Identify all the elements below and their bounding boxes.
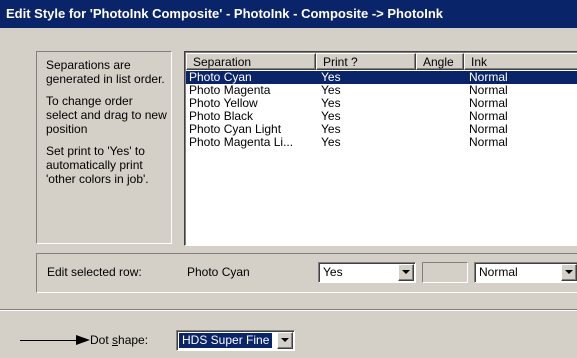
list-row[interactable]: Photo Yellow Yes Normal (186, 97, 577, 110)
print-select-value: Yes (323, 265, 343, 279)
window-title: Edit Style for 'PhotoInk Composite' - Ph… (0, 0, 577, 28)
print-cell: Yes (321, 71, 341, 84)
ink-cell: Normal (469, 97, 508, 110)
dot-shape-label: Dot shape: (90, 333, 148, 347)
chevron-down-icon[interactable] (561, 264, 577, 281)
ink-cell: Normal (469, 136, 508, 149)
column-header-separation[interactable]: Separation (186, 53, 316, 70)
dot-shape-label-suffix: hape: (118, 333, 149, 347)
column-header-print[interactable]: Print ? (316, 53, 416, 70)
separator (0, 309, 577, 311)
separation-cell: Photo Cyan (189, 71, 252, 84)
print-cell: Yes (321, 110, 341, 123)
separation-cell: Photo Magenta (189, 84, 271, 97)
instructions-panel: Separations are generated in list order.… (36, 51, 172, 244)
separation-cell: Photo Magenta Li... (189, 136, 294, 149)
ink-select[interactable]: Normal (474, 262, 577, 283)
print-cell: Yes (321, 97, 341, 110)
separation-cell: Photo Yellow (189, 97, 258, 110)
ink-cell: Normal (469, 84, 508, 97)
list-row[interactable]: Photo Cyan Yes Normal (186, 71, 577, 84)
print-cell: Yes (321, 123, 341, 136)
column-header-ink[interactable]: Ink (464, 53, 577, 70)
separations-list[interactable]: Separation Print ? Angle Ink Photo Cyan … (184, 51, 577, 246)
arrow-head-icon (76, 335, 90, 345)
dot-shape-label-prefix: Dot (90, 333, 113, 347)
dialog-window: Edit Style for 'PhotoInk Composite' - Ph… (0, 0, 577, 358)
list-row[interactable]: Photo Magenta Li... Yes Normal (186, 136, 577, 149)
ink-cell: Normal (469, 110, 508, 123)
chevron-down-icon[interactable] (398, 264, 414, 281)
list-row[interactable]: Photo Black Yes Normal (186, 110, 577, 123)
instruction-text: Set print to 'Yes' to automatically prin… (46, 144, 149, 186)
list-header: Separation Print ? Angle Ink (186, 53, 577, 70)
dot-shape-select[interactable]: HDS Super Fine (176, 330, 295, 351)
ink-cell: Normal (469, 71, 508, 84)
list-row[interactable]: Photo Cyan Light Yes Normal (186, 123, 577, 136)
print-select[interactable]: Yes (318, 262, 416, 283)
chevron-down-icon[interactable] (277, 332, 293, 349)
list-row[interactable]: Photo Magenta Yes Normal (186, 84, 577, 97)
instruction-text: Separations are generated in list order. (46, 58, 165, 86)
print-cell: Yes (321, 84, 341, 97)
angle-field[interactable] (422, 262, 468, 283)
print-cell: Yes (321, 136, 341, 149)
pointer-arrow-icon (20, 340, 78, 341)
ink-cell: Normal (469, 123, 508, 136)
column-header-angle[interactable]: Angle (416, 53, 464, 70)
edit-row-label: Edit selected row: (47, 265, 142, 279)
instruction-text: To change order select and drag to new p… (46, 94, 167, 136)
selected-separation-name: Photo Cyan (187, 265, 250, 279)
separation-cell: Photo Cyan Light (189, 123, 282, 136)
ink-select-value: Normal (479, 265, 518, 279)
dot-shape-select-value: HDS Super Fine (179, 333, 273, 348)
separation-cell: Photo Black (189, 110, 254, 123)
